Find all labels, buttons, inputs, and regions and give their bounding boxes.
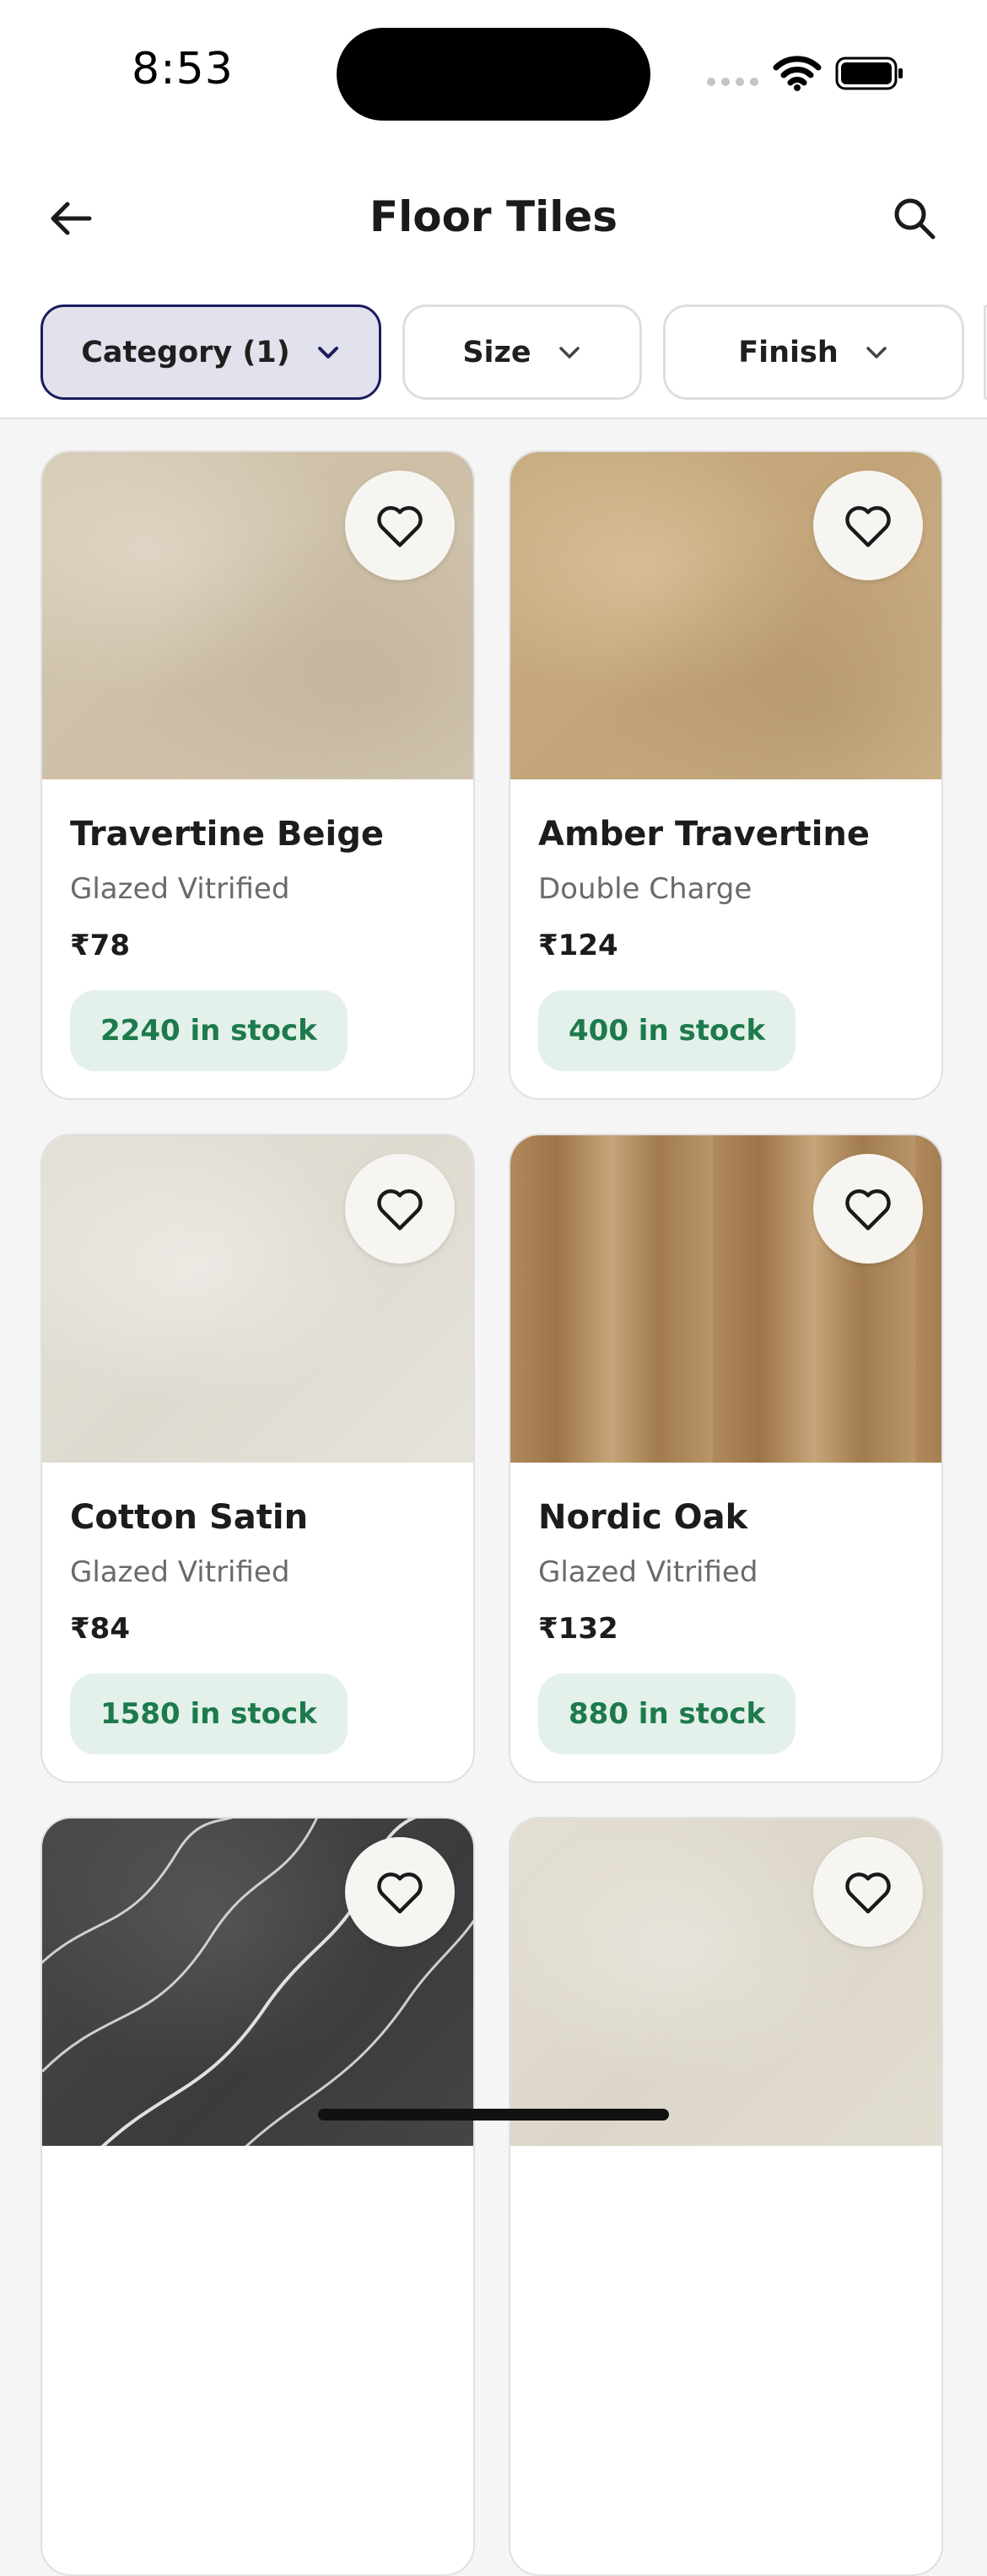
stock-badge: 400 in stock <box>538 990 796 1071</box>
product-name: Nordic Oak <box>538 1498 748 1537</box>
heart-icon <box>845 506 891 547</box>
product-card[interactable]: Amber Travertine Double Charge ₹124 400 … <box>509 450 943 1100</box>
product-price: ₹124 <box>538 929 618 962</box>
heart-icon <box>377 1189 423 1231</box>
search-icon <box>894 198 936 240</box>
product-card[interactable]: Nordic Oak Glazed Vitrified ₹132 880 in … <box>509 1134 943 1783</box>
search-button[interactable] <box>886 190 943 247</box>
filter-chip-label: Category (1) <box>81 335 290 369</box>
chevron-down-icon <box>558 346 580 358</box>
page-title: Floor Tiles <box>369 192 618 241</box>
favorite-button[interactable] <box>345 1154 455 1264</box>
heart-icon <box>377 1873 423 1914</box>
wifi-icon <box>773 56 822 91</box>
product-card[interactable]: Cotton Satin Glazed Vitrified ₹84 1580 i… <box>40 1134 475 1783</box>
favorite-button[interactable] <box>813 1154 923 1264</box>
product-finish: Glazed Vitrified <box>70 872 290 906</box>
filter-chip-label: Finish <box>738 335 839 369</box>
filter-chip-label: Size <box>462 335 531 369</box>
product-name: Travertine Beige <box>70 815 384 854</box>
top-bar: 8:53 Floor Tiles Category (1) Size Finis… <box>0 0 987 419</box>
stock-badge: 880 in stock <box>538 1673 796 1754</box>
filter-chip-size[interactable]: Size <box>402 304 642 400</box>
status-time: 8:53 <box>132 44 234 94</box>
product-finish: Double Charge <box>538 872 752 906</box>
filter-chip-finish[interactable]: Finish <box>663 304 964 400</box>
favorite-button[interactable] <box>813 471 923 580</box>
chevron-down-icon <box>317 346 338 358</box>
dynamic-island <box>337 28 650 121</box>
filter-chip-more[interactable] <box>984 304 987 400</box>
heart-icon <box>845 1189 891 1231</box>
filter-chip-category[interactable]: Category (1) <box>40 304 381 400</box>
favorite-button[interactable] <box>345 471 455 580</box>
product-finish: Glazed Vitrified <box>538 1555 758 1589</box>
heart-icon <box>845 1873 891 1914</box>
back-button[interactable] <box>42 190 100 247</box>
product-finish: Glazed Vitrified <box>70 1555 290 1589</box>
product-price: ₹84 <box>70 1612 130 1646</box>
product-card[interactable] <box>509 1817 943 2576</box>
heart-icon <box>377 506 423 547</box>
product-price: ₹78 <box>70 929 130 962</box>
stock-badge: 1580 in stock <box>70 1673 348 1754</box>
home-indicator[interactable] <box>318 2109 669 2121</box>
favorite-button[interactable] <box>813 1837 923 1947</box>
cellular-signal-icon <box>707 78 758 86</box>
product-card[interactable]: Travertine Beige Glazed Vitrified ₹78 22… <box>40 450 475 1100</box>
product-price: ₹132 <box>538 1612 618 1646</box>
arrow-left-icon <box>51 202 92 235</box>
favorite-button[interactable] <box>345 1837 455 1947</box>
battery-icon <box>835 57 903 90</box>
product-name: Cotton Satin <box>70 1498 309 1537</box>
stock-badge: 2240 in stock <box>70 990 348 1071</box>
product-name: Amber Travertine <box>538 815 871 854</box>
chevron-down-icon <box>866 346 887 358</box>
product-card[interactable] <box>40 1817 475 2576</box>
